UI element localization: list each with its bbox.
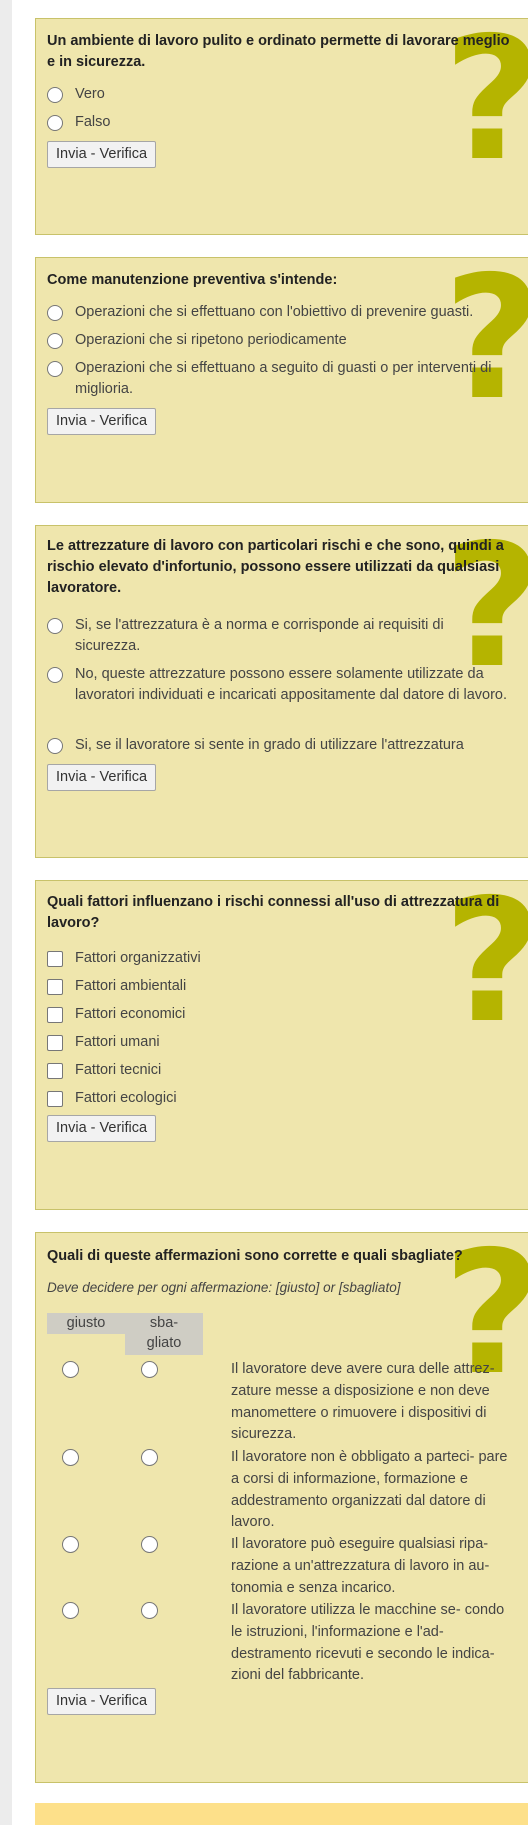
radio-button[interactable]	[47, 305, 63, 321]
option-label: Fattori organizzativi	[75, 950, 201, 966]
question-card-4: ? Quali fattori influenzano i rischi con…	[35, 880, 528, 1210]
option-label: Fattori umani	[75, 1034, 160, 1050]
question-card-1: ? Un ambiente di lavoro pulito e ordinat…	[35, 18, 528, 235]
statement-4: Il lavoratore utilizza le macchine se- c…	[231, 1602, 505, 1684]
statement-3: Il lavoratore può eseguire qualsiasi rip…	[231, 1536, 490, 1596]
question-title: Quali fattori influenzano i rischi conne…	[47, 894, 500, 931]
option-label: Operazioni che si effettuano a seguito d…	[75, 360, 492, 397]
radio-button[interactable]	[47, 333, 63, 349]
radio-button[interactable]	[47, 361, 63, 377]
radio-sbagliato-2[interactable]	[141, 1449, 158, 1466]
radio-button[interactable]	[47, 667, 63, 683]
submit-button[interactable]: Invia - Verifica	[47, 1688, 157, 1715]
radio-giusto-1[interactable]	[62, 1361, 79, 1378]
radio-sbagliato-1[interactable]	[141, 1361, 158, 1378]
radio-sbagliato-3[interactable]	[141, 1536, 158, 1553]
column-label-sbagliato-line1: sba-	[149, 1315, 179, 1331]
option-label: Fattori ecologici	[75, 1090, 177, 1106]
instruction-text: Deve decidere per ogni affermazione: [gi…	[47, 1280, 401, 1295]
option-label: Vero	[75, 86, 105, 102]
statement-2: Il lavoratore non è obbligato a parteci-…	[231, 1449, 508, 1531]
checkbox[interactable]	[47, 951, 63, 967]
option-label: Fattori ambientali	[75, 978, 187, 994]
checkbox[interactable]	[47, 1091, 63, 1107]
column-label-giusto: giusto	[66, 1315, 106, 1331]
next-section-bar	[35, 1803, 528, 1825]
radio-button[interactable]	[47, 115, 63, 131]
column-header-sbagliato: sba- gliato	[125, 1313, 203, 1355]
radio-giusto-2[interactable]	[62, 1449, 79, 1466]
submit-button[interactable]: Invia - Verifica	[47, 141, 157, 168]
option-label: Fattori economici	[75, 1006, 186, 1022]
checkbox[interactable]	[47, 1063, 63, 1079]
checkbox[interactable]	[47, 1007, 63, 1023]
submit-button[interactable]: Invia - Verifica	[47, 1115, 157, 1142]
option-label: Falso	[75, 114, 111, 130]
option-label: Operazioni che si effettuano con l'obiet…	[75, 304, 474, 320]
column-header-giusto: giusto	[47, 1313, 125, 1334]
radio-sbagliato-4[interactable]	[141, 1602, 158, 1619]
option-label: No, queste attrezzature possono essere s…	[75, 666, 508, 703]
question-title: Un ambiente di lavoro pulito e ordinato …	[47, 33, 510, 70]
option-label: Fattori tecnici	[75, 1062, 162, 1078]
submit-button[interactable]: Invia - Verifica	[47, 764, 157, 791]
option-label: Si, se l'attrezzatura è a norma e corris…	[75, 617, 444, 654]
checkbox[interactable]	[47, 979, 63, 995]
question-card-3: ? Le attrezzature di lavoro con particol…	[35, 525, 528, 858]
radio-giusto-4[interactable]	[62, 1602, 79, 1619]
statement-1: Il lavoratore deve avere cura delle attr…	[231, 1361, 495, 1443]
question-title: Le attrezzature di lavoro con particolar…	[47, 538, 504, 596]
question-card-5: ? Quali di queste affermazioni sono corr…	[35, 1232, 528, 1783]
radio-button[interactable]	[47, 738, 63, 754]
radio-giusto-3[interactable]	[62, 1536, 79, 1553]
column-label-sbagliato-line2: gliato	[146, 1335, 182, 1351]
checkbox[interactable]	[47, 1035, 63, 1051]
radio-button[interactable]	[47, 618, 63, 634]
option-label: Si, se il lavoratore si sente in grado d…	[75, 737, 464, 753]
question-title: Come manutenzione preventiva s'intende:	[47, 272, 338, 288]
radio-button[interactable]	[47, 87, 63, 103]
question-title: Quali di queste affermazioni sono corret…	[47, 1248, 463, 1264]
submit-button[interactable]: Invia - Verifica	[47, 408, 157, 435]
question-card-2: ? Come manutenzione preventiva s'intende…	[35, 257, 528, 503]
option-label: Operazioni che si ripetono periodicament…	[75, 332, 347, 348]
